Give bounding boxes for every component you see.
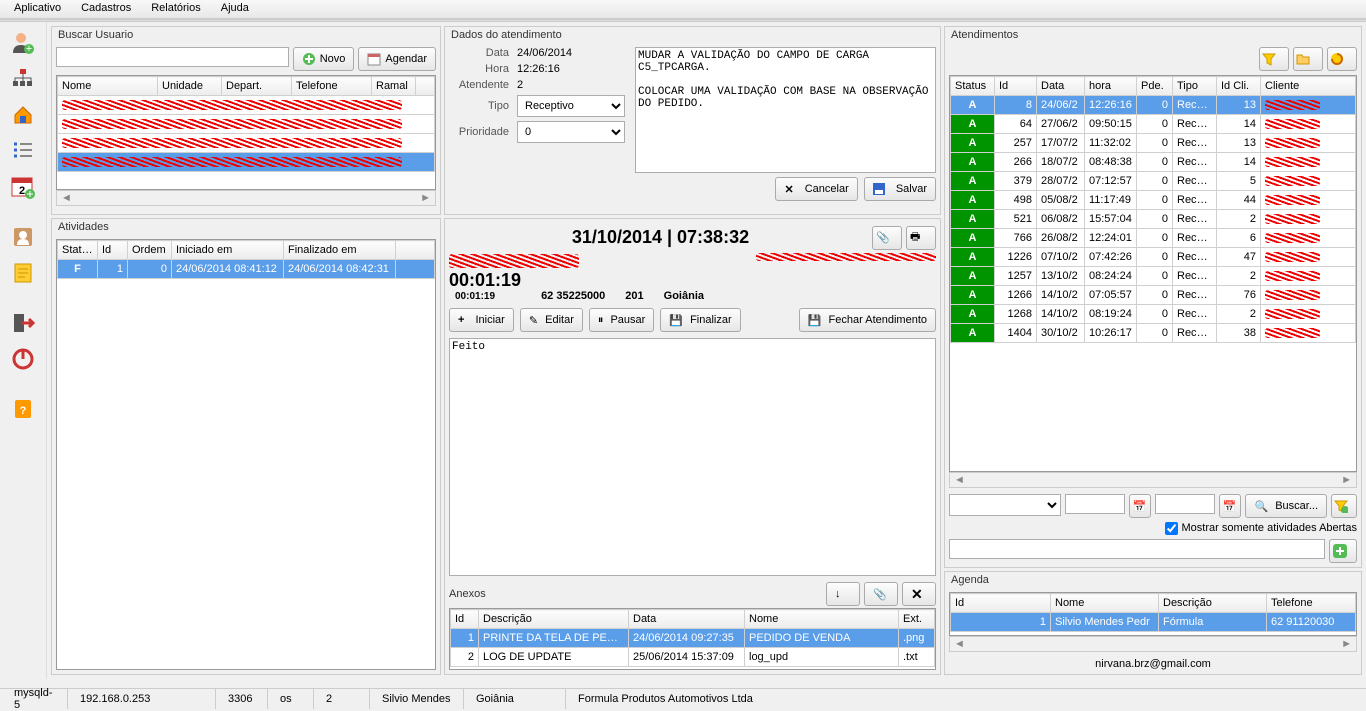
attach-anexo-button[interactable]: 📎 — [864, 582, 898, 606]
menu-cadastros[interactable]: Cadastros — [71, 0, 141, 18]
atend-row[interactable]: A76626/08/212:24:010Receptiv6 — [951, 229, 1356, 248]
atend-add-input[interactable] — [949, 539, 1325, 559]
atend-row[interactable]: A49805/08/211:17:490Receptiv44 — [951, 191, 1356, 210]
user-row[interactable] — [58, 134, 435, 153]
atend-row[interactable]: A26618/07/208:48:380Receptiv14 — [951, 153, 1356, 172]
atend-filter-select[interactable] — [949, 494, 1061, 516]
atend-row[interactable]: A52106/08/215:57:040Receptiv2 — [951, 210, 1356, 229]
svg-text:2: 2 — [19, 185, 25, 197]
attach-header-button[interactable]: 📎 — [872, 226, 902, 250]
atend-row[interactable]: A6427/06/209:50:150Receptiv14 — [951, 115, 1356, 134]
atend-row[interactable]: A140430/10/210:26:170Receptiv38 — [951, 324, 1356, 343]
atend-row[interactable]: A824/06/212:26:160Receptiv13 — [951, 96, 1356, 115]
mostrar-checkbox[interactable]: Mostrar somente atividades Abertas — [1165, 522, 1357, 534]
user-row[interactable] — [58, 96, 435, 115]
note-textarea[interactable]: Feito — [449, 338, 936, 576]
atend-row[interactable]: A25717/07/211:32:020Receptiv13 — [951, 134, 1356, 153]
menu-ajuda[interactable]: Ajuda — [211, 0, 259, 18]
cal1-button[interactable]: 📅 — [1129, 494, 1151, 518]
search-user-input[interactable] — [56, 47, 289, 67]
agenda-title: Agenda — [944, 571, 1362, 588]
atendimentos-table[interactable]: StatusIdDatahoraPde.TipoId Cli.Cliente A… — [950, 76, 1356, 343]
iniciar-button[interactable]: + Iniciar — [449, 308, 514, 332]
atividade-row[interactable]: F 1 0 24/06/2014 08:41:12 24/06/2014 08:… — [58, 260, 435, 279]
svg-text:?: ? — [20, 405, 27, 417]
atividades-title: Atividades — [51, 218, 441, 235]
sidebar: + 2 ? — [0, 22, 47, 679]
download-anexo-button[interactable]: ↓ — [826, 582, 860, 606]
tipo-select[interactable]: Receptivo — [517, 95, 625, 117]
user-row[interactable] — [58, 115, 435, 134]
sidebar-user-add-icon[interactable]: + — [8, 28, 38, 58]
fechar-button[interactable]: 💾 Fechar Atendimento — [799, 308, 936, 332]
refresh-button[interactable] — [1327, 47, 1357, 71]
atend-row[interactable]: A37928/07/207:12:570Receptiv5 — [951, 172, 1356, 191]
contact-name — [449, 252, 579, 270]
dados-data: 24/06/2014 — [517, 47, 572, 59]
novo-button[interactable]: Novo — [293, 47, 355, 71]
user-table[interactable]: NomeUnidadeDepart.TelefoneRamal — [57, 76, 435, 172]
user-table-header: NomeUnidadeDepart.TelefoneRamal — [58, 77, 435, 96]
sidebar-exit-icon[interactable] — [8, 308, 38, 338]
cancelar-button[interactable]: ✕ Cancelar — [775, 177, 857, 201]
anexos-table[interactable]: IdDescriçãoDataNomeExt. 1PRINTE DA TELA … — [450, 609, 935, 667]
sidebar-power-icon[interactable] — [8, 344, 38, 374]
user-row-selected[interactable] — [58, 153, 435, 172]
agenda-table[interactable]: IdNomeDescriçãoTelefone 1Silvio Mendes P… — [950, 593, 1356, 632]
folder-button[interactable] — [1293, 47, 1323, 71]
anexos-title: Anexos — [449, 586, 826, 602]
anexo-row[interactable]: 2LOG DE UPDATE25/06/2014 15:37:09log_upd… — [451, 648, 935, 667]
filter-button[interactable] — [1259, 47, 1289, 71]
dados-title: Dados do atendimento — [444, 26, 941, 43]
pausar-button[interactable]: ⏸ Pausar — [589, 308, 654, 332]
add-atend-button[interactable] — [1329, 539, 1357, 563]
atendimentos-title: Atendimentos — [944, 26, 1362, 43]
obs-textarea[interactable]: MUDAR A VALIDAÇÃO DO CAMPO DE CARGA C5_T… — [635, 47, 936, 173]
editar-button[interactable]: ✎ Editar — [520, 308, 583, 332]
atend-row[interactable]: A126614/10/207:05:570Receptiv76 — [951, 286, 1356, 305]
agendar-button[interactable]: Agendar — [358, 47, 436, 71]
prioridade-select[interactable]: 0 — [517, 121, 625, 143]
statusbar: mysqld-5 192.168.0.253 3306 os 2 Silvio … — [0, 688, 1366, 709]
scroll-right[interactable]: ► — [416, 192, 435, 204]
agenda-email: nirvana.brz@gmail.com — [949, 658, 1357, 670]
atend-row[interactable]: A125713/10/208:24:240Receptiv2 — [951, 267, 1356, 286]
menu-relatorios[interactable]: Relatórios — [141, 0, 211, 18]
atend-row[interactable]: A126814/10/208:19:240Receptiv2 — [951, 305, 1356, 324]
delete-anexo-button[interactable]: ✕ — [902, 582, 936, 606]
atividades-table[interactable]: StatusIdOrdemIniciado emFinalizado em F … — [57, 240, 435, 279]
sidebar-list-icon[interactable] — [8, 136, 38, 166]
dados-atendente: 2 — [517, 79, 523, 91]
phone: 62 35225000 — [541, 290, 605, 302]
agenda-row[interactable]: 1Silvio Mendes PedrFórmula62 91120030 — [951, 613, 1356, 632]
menu-aplicativo[interactable]: Aplicativo — [4, 0, 71, 18]
cal2-button[interactable]: 📅 — [1219, 494, 1241, 518]
atend-row[interactable]: A122607/10/207:42:260Receptiv47 — [951, 248, 1356, 267]
buscar-usuario-title: Buscar Usuario — [51, 26, 441, 43]
anexo-row[interactable]: 1PRINTE DA TELA DE PEDIDO24/06/2014 09:2… — [451, 629, 935, 648]
reset-filter-button[interactable] — [1331, 494, 1357, 518]
sidebar-help-icon[interactable]: ? — [8, 394, 38, 424]
atend-date2[interactable] — [1155, 494, 1215, 514]
sidebar-org-icon[interactable] — [8, 64, 38, 94]
dados-hora: 12:26:16 — [517, 63, 560, 75]
timer: 00:01:19 — [449, 270, 521, 291]
menubar: Aplicativo Cadastros Relatórios Ajuda — [0, 0, 1366, 19]
finalizar-button[interactable]: 💾 Finalizar — [660, 308, 740, 332]
timer-small: 00:01:19 — [455, 291, 521, 302]
sidebar-note-icon[interactable] — [8, 258, 38, 288]
print-button[interactable]: 🖶 — [906, 226, 936, 250]
sidebar-home-icon[interactable] — [8, 100, 38, 130]
ramal: 201 — [625, 290, 643, 302]
header-datetime: 31/10/2014 | 07:38:32 — [449, 227, 872, 248]
sidebar-calendar-icon[interactable]: 2 — [8, 172, 38, 202]
sidebar-contact-icon[interactable] — [8, 222, 38, 252]
buscar-button[interactable]: 🔍 Buscar... — [1245, 494, 1327, 518]
salvar-button[interactable]: Salvar — [864, 177, 936, 201]
city: Goiânia — [664, 290, 704, 302]
atend-date1[interactable] — [1065, 494, 1125, 514]
svg-text:+: + — [26, 43, 32, 55]
contact-email — [756, 252, 936, 270]
scroll-left[interactable]: ◄ — [57, 192, 76, 204]
